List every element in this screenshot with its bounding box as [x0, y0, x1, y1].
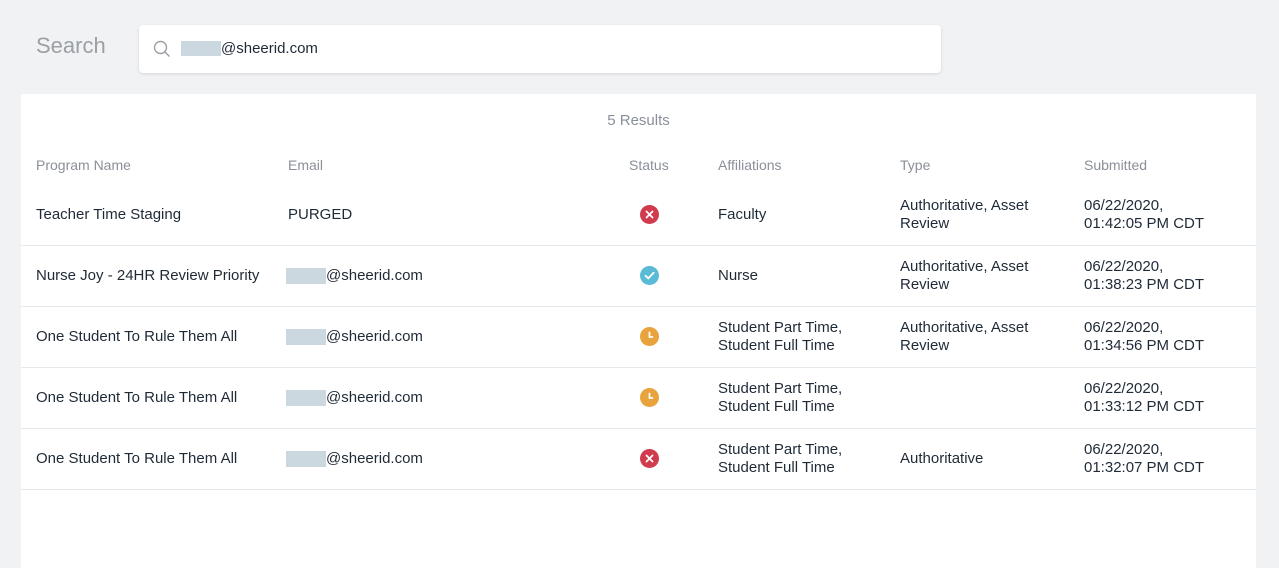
submitted-cell: 06/22/2020, 01:33:12 PM CDT: [1084, 380, 1204, 416]
affiliation-line: Nurse: [718, 267, 759, 284]
affiliations-cell: Student Part Time, Student Full Time: [718, 319, 842, 355]
affiliation-line: Student Part Time,: [718, 441, 843, 458]
submitted-cell: 06/22/2020, 01:32:07 PM CDT: [1084, 441, 1204, 477]
redacted-text: [286, 268, 326, 284]
email-text: @sheerid.com: [326, 328, 423, 345]
table-row[interactable]: Nurse Joy - 24HR Review Priority @sheerid…: [21, 246, 1256, 307]
email-cell: PURGED: [288, 206, 352, 224]
search-label: Search: [36, 33, 106, 58]
column-header-submitted[interactable]: Submitted: [1084, 157, 1147, 173]
submitted-line: 06/22/2020,: [1084, 380, 1164, 397]
type-line: Review: [900, 215, 950, 232]
table-row[interactable]: Teacher Time Staging PURGED Faculty Authori…: [21, 185, 1256, 246]
submitted-cell: 06/22/2020, 01:42:05 PM CDT: [1084, 197, 1204, 233]
email-cell: @sheerid.com: [286, 389, 423, 407]
program-name-cell: Nurse Joy - 24HR Review Priority: [36, 267, 260, 284]
x-circle-icon: [640, 449, 659, 468]
column-header-affiliations[interactable]: Affiliations: [718, 157, 782, 173]
search-value: @sheerid.com: [181, 40, 318, 57]
submitted-line: 01:32:07 PM CDT: [1084, 459, 1205, 476]
type-cell: Authoritative, Asset Review: [900, 319, 1028, 355]
table-row[interactable]: One Student To Rule Them All @sheerid.com…: [21, 429, 1256, 490]
program-name-cell: Teacher Time Staging: [36, 206, 182, 223]
results-count: 5 Results: [607, 112, 670, 129]
x-circle-icon: [640, 205, 659, 224]
email-cell: @sheerid.com: [286, 267, 423, 285]
type-line: Authoritative, Asset: [900, 319, 1029, 336]
program-name-cell: One Student To Rule Them All: [36, 328, 238, 345]
column-header-program-name[interactable]: Program Name: [36, 157, 131, 173]
clock-icon: [640, 327, 659, 346]
affiliations-cell: Nurse: [718, 267, 758, 285]
affiliations-cell: Student Part Time, Student Full Time: [718, 380, 842, 416]
results-panel: 5 Results Program Name Email Status Affi…: [21, 94, 1256, 568]
email-text: PURGED: [288, 206, 353, 223]
redacted-text: [286, 329, 326, 345]
affiliation-line: Student Full Time: [718, 337, 835, 354]
email-text: @sheerid.com: [326, 389, 423, 406]
affiliation-line: Student Part Time,: [718, 319, 843, 336]
submitted-line: 06/22/2020,: [1084, 441, 1164, 458]
column-header-status[interactable]: Status: [629, 157, 669, 173]
check-circle-icon: [640, 266, 659, 285]
type-cell: Authoritative, Asset Review: [900, 197, 1028, 233]
table-row[interactable]: One Student To Rule Them All @sheerid.com…: [21, 368, 1256, 429]
redacted-text: [181, 41, 221, 56]
type-line: Authoritative, Asset: [900, 258, 1029, 275]
type-line: Authoritative, Asset: [900, 197, 1029, 214]
submitted-line: 01:42:05 PM CDT: [1084, 215, 1205, 232]
email-text: @sheerid.com: [326, 450, 423, 467]
submitted-line: 06/22/2020,: [1084, 258, 1164, 275]
affiliation-line: Student Full Time: [718, 459, 835, 476]
email-text: @sheerid.com: [326, 267, 423, 284]
submitted-line: 01:38:23 PM CDT: [1084, 276, 1205, 293]
program-name-cell: One Student To Rule Them All: [36, 389, 238, 406]
type-line: Review: [900, 337, 950, 354]
type-line: Review: [900, 276, 950, 293]
affiliation-line: Student Full Time: [718, 398, 835, 415]
submitted-line: 01:34:56 PM CDT: [1084, 337, 1205, 354]
type-cell: Authoritative, Asset Review: [900, 258, 1028, 294]
affiliations-cell: Faculty: [718, 206, 766, 224]
affiliation-line: Faculty: [718, 206, 767, 223]
affiliations-cell: Student Part Time, Student Full Time: [718, 441, 842, 477]
redacted-text: [286, 390, 326, 406]
submitted-line: 06/22/2020,: [1084, 319, 1164, 336]
program-name-cell: One Student To Rule Them All: [36, 450, 238, 467]
search-value-text: @sheerid.com: [221, 40, 318, 57]
email-cell: @sheerid.com: [286, 450, 423, 468]
submitted-line: 06/22/2020,: [1084, 197, 1164, 214]
affiliation-line: Student Part Time,: [718, 380, 843, 397]
column-header-email[interactable]: Email: [288, 157, 323, 173]
email-cell: @sheerid.com: [286, 328, 423, 346]
search-icon: [153, 40, 170, 57]
type-cell: Authoritative: [900, 450, 983, 468]
column-header-type[interactable]: Type: [900, 157, 930, 173]
table-row[interactable]: One Student To Rule Them All @sheerid.com…: [21, 307, 1256, 368]
submitted-cell: 06/22/2020, 01:34:56 PM CDT: [1084, 319, 1204, 355]
submitted-cell: 06/22/2020, 01:38:23 PM CDT: [1084, 258, 1204, 294]
search-input[interactable]: @sheerid.com: [139, 25, 941, 73]
submitted-line: 01:33:12 PM CDT: [1084, 398, 1205, 415]
type-line: Authoritative: [900, 450, 984, 467]
clock-icon: [640, 388, 659, 407]
redacted-text: [286, 451, 326, 467]
